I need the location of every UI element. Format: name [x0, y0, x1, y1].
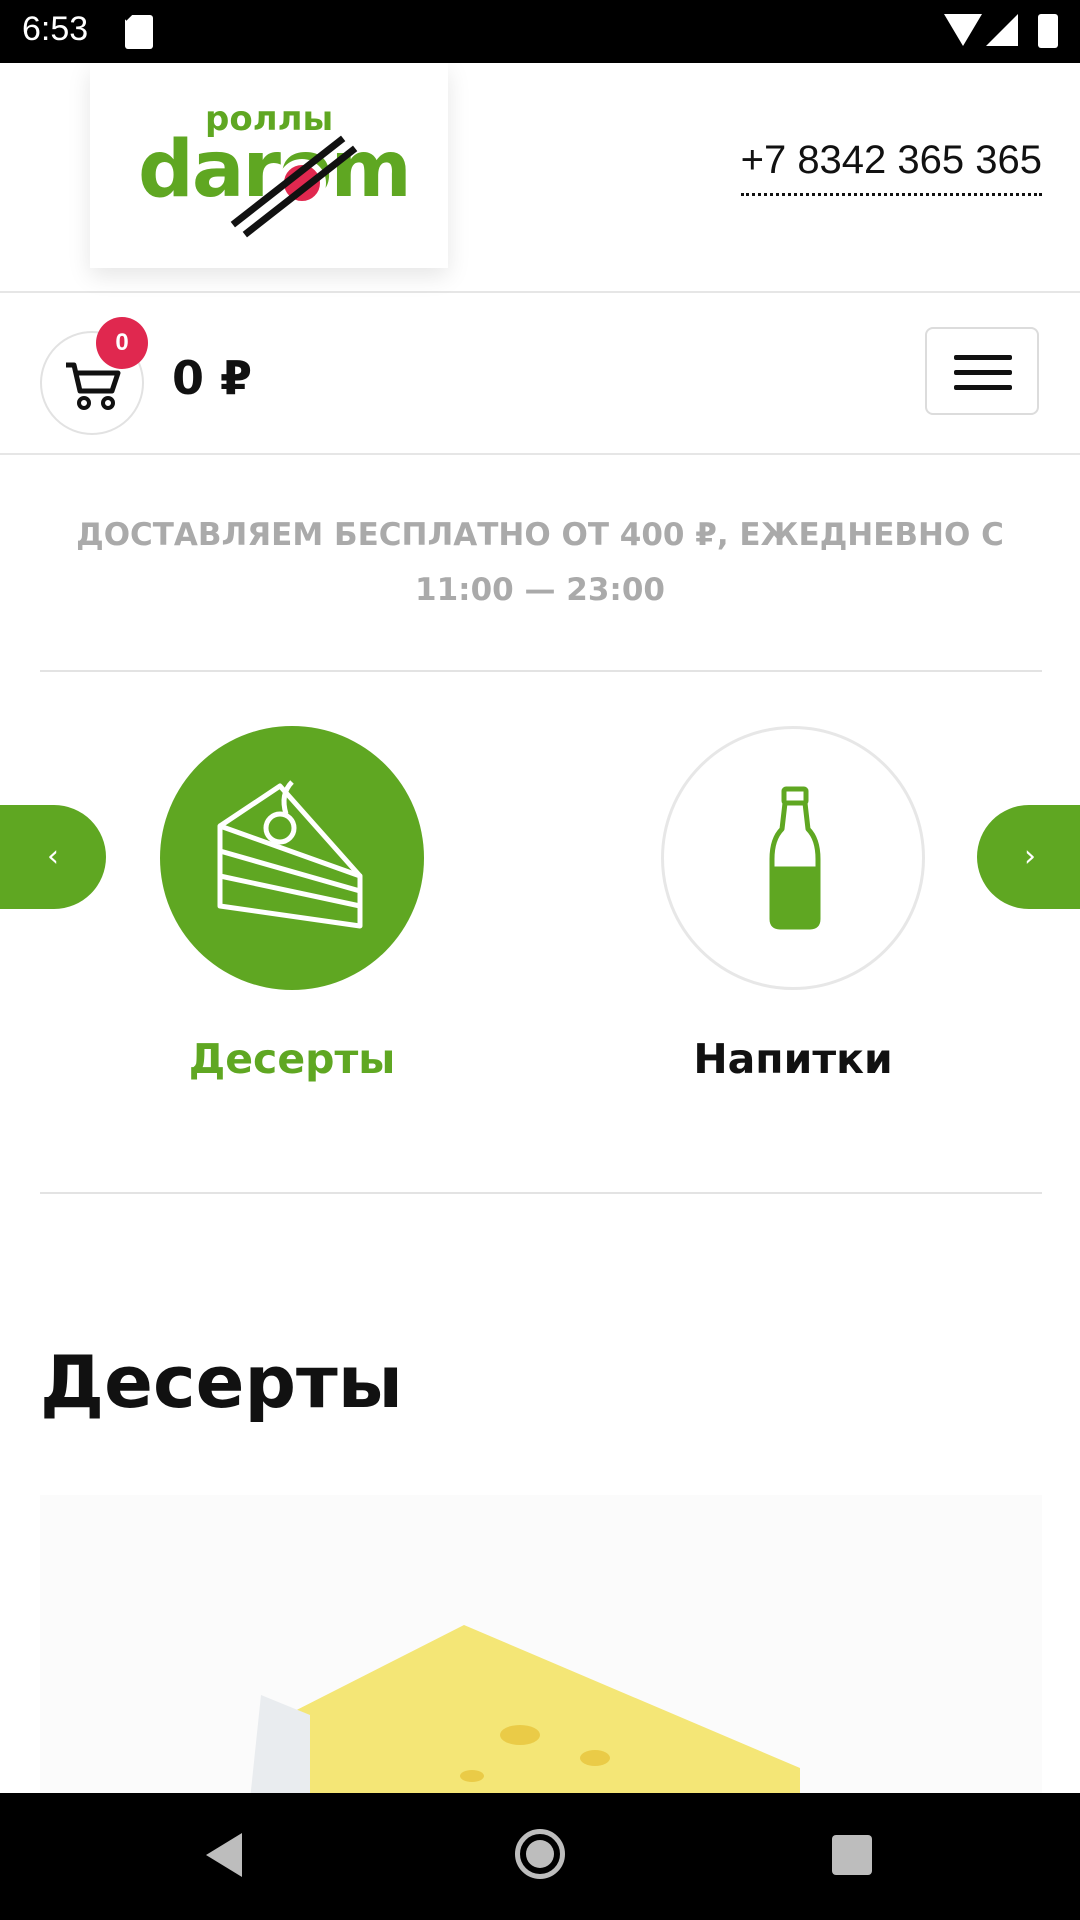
- sd-card-icon: [125, 15, 153, 49]
- recent-apps-icon[interactable]: [832, 1835, 872, 1875]
- chevron-right-icon: ›: [1024, 839, 1036, 874]
- texture-spot: [500, 1725, 540, 1745]
- texture-spot: [580, 1750, 610, 1766]
- category-label-drinks[interactable]: Напитки: [633, 1035, 953, 1083]
- chevron-left-icon: ‹: [47, 839, 59, 874]
- battery-icon: [1038, 14, 1058, 48]
- divider: [40, 1192, 1042, 1194]
- cake-icon: [217, 780, 363, 929]
- system-nav-bar: [0, 1793, 1080, 1920]
- back-icon[interactable]: [206, 1833, 242, 1877]
- delivery-line-1: ДОСТАВЛЯЕМ БЕСПЛАТНО ОТ 400 ₽, ЕЖЕДНЕВНО…: [76, 517, 1004, 553]
- delivery-info: ДОСТАВЛЯЕМ БЕСПЛАТНО ОТ 400 ₽, ЕЖЕДНЕВНО…: [40, 508, 1040, 618]
- logo[interactable]: роллы darom: [90, 63, 448, 268]
- category-desserts[interactable]: [160, 726, 424, 990]
- logo-big-text: darom: [138, 125, 412, 215]
- menu-button[interactable]: [925, 327, 1039, 415]
- cheese-dessert-image: [240, 1625, 800, 1795]
- hamburger-icon: [954, 355, 1012, 360]
- home-icon[interactable]: [515, 1829, 565, 1879]
- cart-total: 0 ₽: [172, 351, 253, 405]
- wifi-icon: [944, 14, 982, 46]
- carousel-prev-button[interactable]: ‹: [0, 805, 106, 909]
- status-bar: 6:53: [0, 0, 1080, 63]
- hamburger-icon: [954, 385, 1012, 390]
- section-title: Десерты: [40, 1340, 403, 1424]
- cellular-signal-icon: [986, 14, 1018, 46]
- product-image[interactable]: [40, 1495, 1042, 1795]
- cart-count-badge: 0: [96, 317, 148, 369]
- hamburger-icon: [954, 370, 1012, 375]
- divider: [40, 670, 1042, 672]
- category-drinks[interactable]: [661, 726, 925, 990]
- site-header: роллы darom +7 8342 365 365: [0, 63, 1080, 293]
- phone-link[interactable]: +7 8342 365 365: [740, 138, 1042, 196]
- cart-icon: [66, 362, 121, 410]
- texture-spot: [460, 1770, 484, 1782]
- delivery-line-2: 11:00 — 23:00: [415, 572, 665, 608]
- bottle-icon: [769, 786, 821, 930]
- category-label-desserts[interactable]: Десерты: [132, 1035, 452, 1083]
- carousel-next-button[interactable]: ›: [977, 805, 1080, 909]
- cart-bar: 0 0 ₽: [0, 293, 1080, 455]
- status-time: 6:53: [22, 10, 89, 48]
